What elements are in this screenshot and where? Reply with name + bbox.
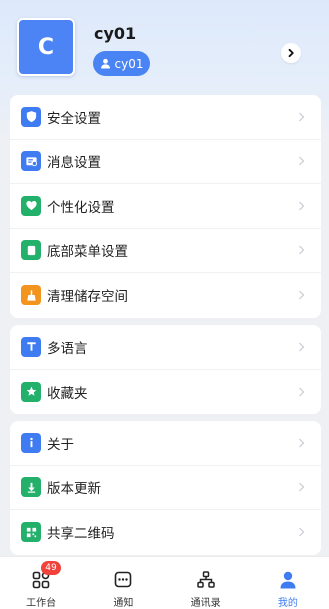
chevron-right-icon [288,48,294,58]
menu-item-label: 多语言 [47,340,88,357]
chevron-right-icon [299,527,305,537]
menu-item-label: 共享二维码 [47,526,115,543]
menu-item-bottom-menu-settings[interactable]: 底部菜单设置 [10,229,321,273]
heart-icon [21,195,41,216]
menu-item-label: 关于 [47,436,74,453]
menu-item-label: 收藏夹 [47,385,88,402]
tab-notifications[interactable]: 通知 [82,557,164,609]
text-t-icon [21,336,41,357]
user-badge-text: cy01 [114,56,144,71]
chevron-right-icon [299,156,305,166]
menu-item-label: 安全设置 [47,110,101,127]
settings-group-preferences: 多语言 收藏夹 [10,325,321,414]
tab-label: 通知 [113,598,134,609]
menu-item-message-settings[interactable]: 消息设置 [10,140,321,184]
contacts-org-icon [196,571,215,588]
tab-label: 我的 [277,598,298,609]
tab-mine[interactable]: 我的 [247,557,329,609]
user-profile-icon [280,571,296,589]
menu-item-favorites[interactable]: 收藏夹 [10,370,321,415]
download-icon [21,477,41,498]
menu-item-label: 消息设置 [47,155,101,172]
menu-item-language[interactable]: 多语言 [10,325,321,370]
menu-item-label: 版本更新 [47,481,101,498]
menu-item-label: 底部菜单设置 [47,244,128,261]
bottom-tab-bar: 49 工作台 通知 通讯录 我的 [0,556,329,609]
avatar-letter: C [37,34,55,60]
chevron-right-icon [299,201,305,211]
menu-item-version-update[interactable]: 版本更新 [10,466,321,510]
tab-label: 通讯录 [190,598,221,609]
menu-item-security-settings[interactable]: 安全设置 [10,95,321,140]
user-account-badge: cy01 [93,51,150,76]
star-icon [21,381,41,402]
profile-header[interactable]: C cy01 cy01 [0,0,329,95]
user-icon [100,58,110,69]
shield-icon [21,106,41,127]
chevron-right-icon [299,112,305,122]
menu-item-personalization[interactable]: 个性化设置 [10,184,321,229]
menu-item-share-qrcode[interactable]: 共享二维码 [10,510,321,555]
notification-chat-icon [115,571,132,588]
chevron-right-icon [299,482,305,492]
menu-item-label: 清理储存空间 [47,289,128,306]
username: cy01 [94,24,137,43]
tab-contacts[interactable]: 通讯录 [165,557,247,609]
menu-item-about[interactable]: 关于 [10,421,321,466]
settings-group-general: 安全设置 消息设置 个性化设置 底部菜单设置 清理储存空间 [10,95,321,318]
notification-count-badge: 49 [41,561,61,575]
tab-workbench[interactable]: 49 工作台 [0,557,82,609]
chevron-right-icon [299,290,305,300]
tab-label: 工作台 [26,598,57,609]
menu-item-label: 个性化设置 [47,199,115,216]
chevron-right-icon [299,387,305,397]
chevron-right-icon [299,438,305,448]
chevron-right-icon [299,342,305,352]
menu-item-clear-storage[interactable]: 清理储存空间 [10,273,321,318]
info-icon [21,432,41,453]
chevron-right-icon [299,245,305,255]
qrcode-icon [21,522,41,543]
broom-icon [21,285,41,306]
bottom-menu-icon [21,240,41,261]
settings-group-about: 关于 版本更新 共享二维码 [10,421,321,555]
message-settings-icon [21,151,41,172]
profile-detail-button[interactable] [281,43,301,63]
avatar[interactable]: C [17,18,75,76]
